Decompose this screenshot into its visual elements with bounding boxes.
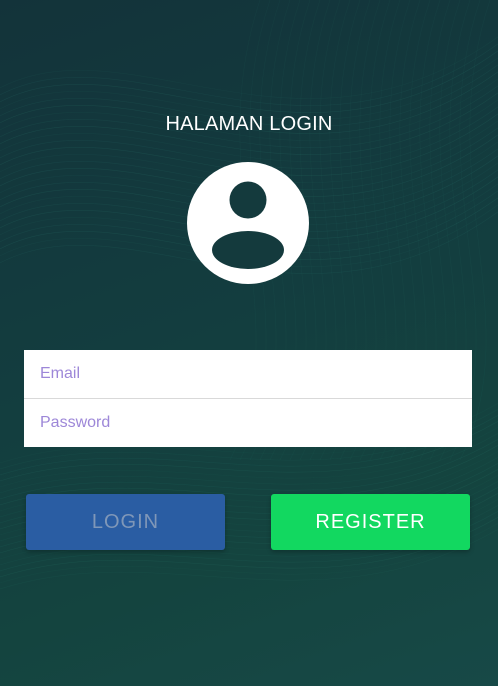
login-screen: HALAMAN LOGIN LOGIN REGISTER xyxy=(0,0,498,686)
password-field[interactable] xyxy=(24,399,472,447)
user-avatar-icon xyxy=(187,162,309,284)
login-button[interactable]: LOGIN xyxy=(26,494,225,550)
page-title: HALAMAN LOGIN xyxy=(165,113,333,135)
login-form xyxy=(24,350,472,447)
register-button[interactable]: REGISTER xyxy=(271,494,470,550)
wave-background xyxy=(0,0,498,590)
email-field[interactable] xyxy=(24,350,472,398)
